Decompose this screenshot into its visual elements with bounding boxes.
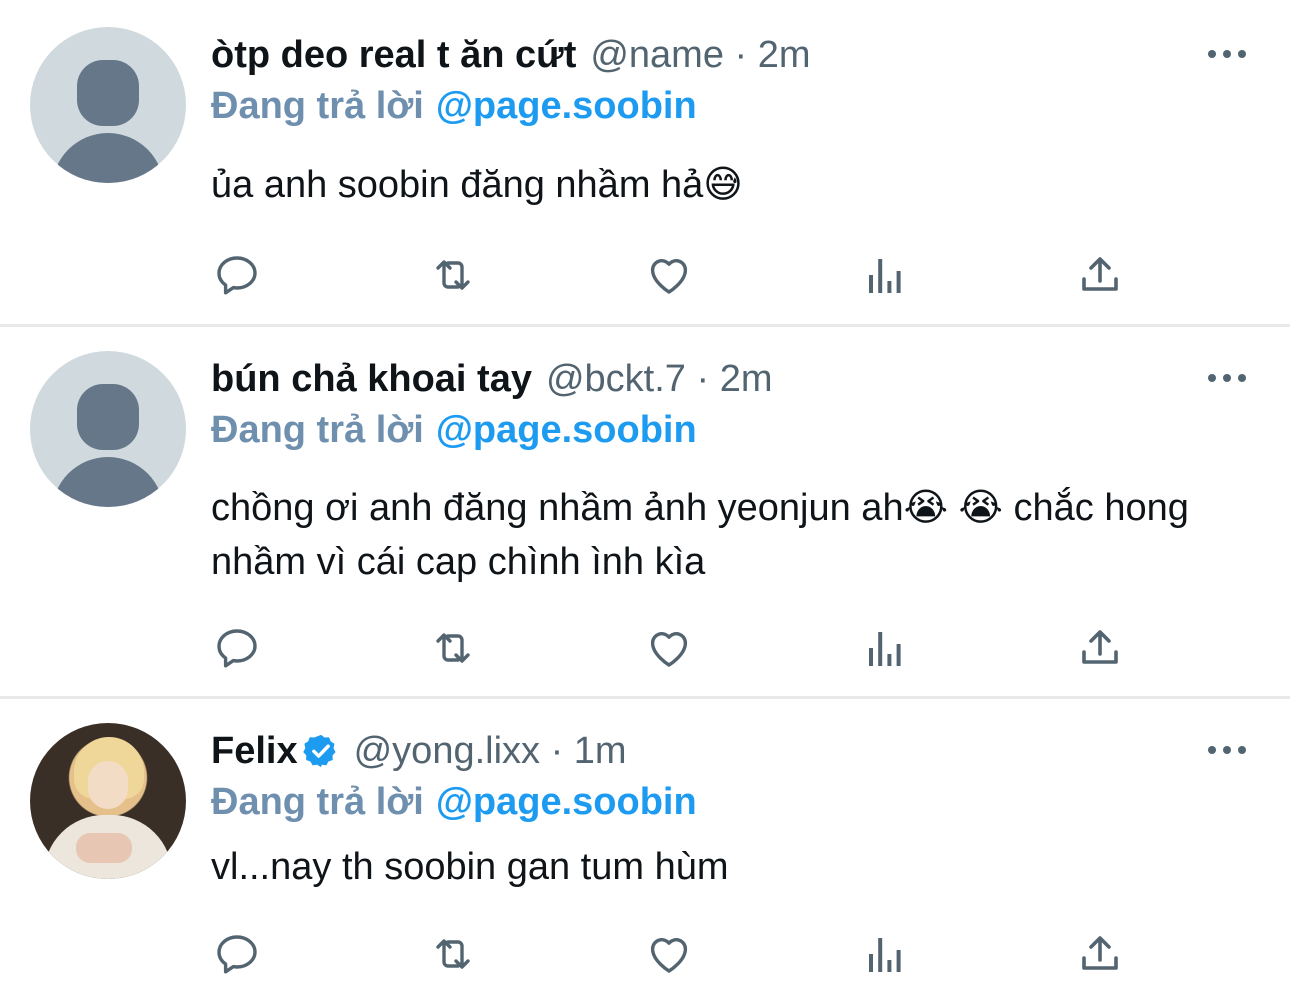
share-icon[interactable] bbox=[1075, 623, 1125, 673]
tweet[interactable]: Felix @yong.lixx · 1m Đang trả lời @page.… bbox=[0, 699, 1290, 993]
verified-badge-icon bbox=[302, 734, 336, 768]
reply-feed: òtp deo real t ăn cứt @name · 2m Đang tr… bbox=[0, 0, 1290, 993]
tweet-actions bbox=[0, 250, 1290, 300]
replying-to: Đang trả lời @page.soobin bbox=[211, 777, 697, 827]
replying-to: Đang trả lời @page.soobin bbox=[211, 405, 697, 455]
display-name[interactable]: òtp deo real t ăn cứt bbox=[211, 30, 576, 80]
replying-to-label: Đang trả lời bbox=[211, 409, 424, 451]
tweet-text: ủa anh soobin đăng nhầm hả😅 bbox=[211, 164, 743, 206]
share-icon[interactable] bbox=[1075, 250, 1125, 300]
share-icon[interactable] bbox=[1075, 929, 1125, 979]
replying-to-label: Đang trả lời bbox=[211, 781, 424, 823]
analytics-icon[interactable] bbox=[860, 623, 910, 673]
retweet-icon[interactable] bbox=[428, 250, 478, 300]
more-options-icon[interactable] bbox=[1208, 372, 1246, 384]
tweet[interactable]: òtp deo real t ăn cứt @name · 2m Đang tr… bbox=[0, 0, 1290, 324]
tweet-text: vl...nay th soobin gan tum hùm bbox=[211, 846, 729, 888]
handle-and-time: @name · 2m bbox=[590, 34, 811, 76]
more-options-icon[interactable] bbox=[1208, 48, 1246, 60]
more-options-icon[interactable] bbox=[1208, 744, 1246, 756]
tweet-header: òtp deo real t ăn cứt @name · 2m bbox=[211, 30, 811, 80]
replying-to-label: Đang trả lời bbox=[211, 85, 424, 127]
tweet-text: chồng ơi anh đăng nhầm ảnh yeonjun ah😭 😭… bbox=[211, 487, 1189, 583]
reply-icon[interactable] bbox=[212, 929, 262, 979]
analytics-icon[interactable] bbox=[860, 250, 910, 300]
retweet-icon[interactable] bbox=[428, 623, 478, 673]
reply-icon[interactable] bbox=[212, 250, 262, 300]
replying-to-handle[interactable]: @page.soobin bbox=[436, 85, 697, 127]
replying-to-handle[interactable]: @page.soobin bbox=[436, 409, 697, 451]
replying-to-handle[interactable]: @page.soobin bbox=[436, 781, 697, 823]
tweet-header: bún chả khoai tay @bckt.7 · 2m bbox=[211, 354, 772, 404]
tweet[interactable]: bún chả khoai tay @bckt.7 · 2m Đang trả … bbox=[0, 327, 1290, 696]
replying-to: Đang trả lời @page.soobin bbox=[211, 81, 697, 131]
analytics-icon[interactable] bbox=[860, 929, 910, 979]
avatar[interactable] bbox=[30, 723, 186, 879]
avatar[interactable] bbox=[30, 27, 186, 183]
tweet-actions bbox=[0, 929, 1290, 979]
display-name[interactable]: Felix bbox=[211, 726, 298, 776]
reply-icon[interactable] bbox=[212, 623, 262, 673]
avatar[interactable] bbox=[30, 351, 186, 507]
like-icon[interactable] bbox=[644, 929, 694, 979]
like-icon[interactable] bbox=[644, 623, 694, 673]
handle-and-time: @yong.lixx · 1m bbox=[353, 730, 627, 772]
tweet-actions bbox=[0, 623, 1290, 673]
display-name[interactable]: bún chả khoai tay bbox=[211, 354, 532, 404]
default-avatar-icon bbox=[77, 60, 139, 126]
tweet-header: Felix @yong.lixx · 1m bbox=[211, 726, 627, 776]
handle-and-time: @bckt.7 · 2m bbox=[545, 358, 773, 400]
like-icon[interactable] bbox=[644, 250, 694, 300]
retweet-icon[interactable] bbox=[428, 929, 478, 979]
default-avatar-icon bbox=[77, 384, 139, 450]
